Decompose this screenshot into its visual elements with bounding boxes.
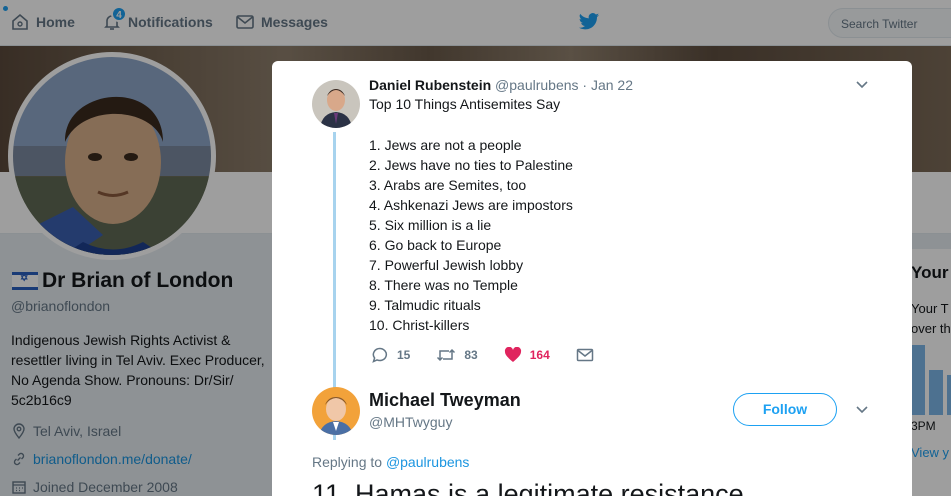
reply-icon xyxy=(372,347,388,363)
tweet-author-handle[interactable]: @paulrubens xyxy=(495,77,579,93)
retweet-button[interactable]: 83 xyxy=(436,346,478,364)
list-item: 2. Jews have no ties to Palestine xyxy=(369,157,573,173)
list-item: 5. Six million is a lie xyxy=(369,217,492,233)
retweet-count: 83 xyxy=(464,348,478,362)
reply-author-name[interactable]: Michael Tweyman xyxy=(369,390,521,411)
tweet-author-avatar[interactable] xyxy=(312,80,360,128)
tweet-text: Top 10 Things Antisemites Say xyxy=(369,96,561,112)
tweet-menu-chevron-down-icon[interactable] xyxy=(855,78,869,92)
heart-icon xyxy=(504,347,521,362)
list-item: 7. Powerful Jewish lobby xyxy=(369,257,524,273)
replying-to: Replying to @paulrubens xyxy=(312,454,469,470)
tweet-date[interactable]: · Jan 22 xyxy=(582,77,633,93)
tweet-actions: 15 83 164 xyxy=(371,346,628,364)
list-item: 6. Go back to Europe xyxy=(369,237,502,253)
reply-author-handle[interactable]: @MHTwyguy xyxy=(369,414,452,430)
reply-author-avatar[interactable] xyxy=(312,387,360,435)
reply-button[interactable]: 15 xyxy=(371,346,410,364)
tweet-header: Daniel Rubenstein @paulrubens · Jan 22 xyxy=(369,77,633,93)
tweet-modal: Daniel Rubenstein @paulrubens · Jan 22 T… xyxy=(272,61,912,496)
tweet-list: 1. Jews are not a people 2. Jews have no… xyxy=(369,135,573,335)
list-item: 10. Christ-killers xyxy=(369,317,470,333)
tweet-author-name[interactable]: Daniel Rubenstein xyxy=(369,77,491,93)
list-item: 3. Arabs are Semites, too xyxy=(369,177,527,193)
reply-text: 11. Hamas is a legitimate resistance xyxy=(312,479,744,496)
retweet-icon xyxy=(437,348,456,362)
list-item: 1. Jews are not a people xyxy=(369,137,522,153)
follow-button[interactable]: Follow xyxy=(733,393,837,426)
dm-button[interactable] xyxy=(576,347,602,363)
replying-to-prefix: Replying to xyxy=(312,454,383,470)
like-count: 164 xyxy=(529,348,550,362)
reply-menu-chevron-down-icon[interactable] xyxy=(855,403,869,417)
replying-to-handle[interactable]: @paulrubens xyxy=(386,454,470,470)
list-item: 8. There was no Temple xyxy=(369,277,518,293)
like-button[interactable]: 164 xyxy=(504,347,550,363)
reply-count: 15 xyxy=(397,348,411,362)
list-item: 9. Talmudic rituals xyxy=(369,297,481,313)
envelope-icon xyxy=(576,348,593,362)
list-item: 4. Ashkenazi Jews are impostors xyxy=(369,197,573,213)
